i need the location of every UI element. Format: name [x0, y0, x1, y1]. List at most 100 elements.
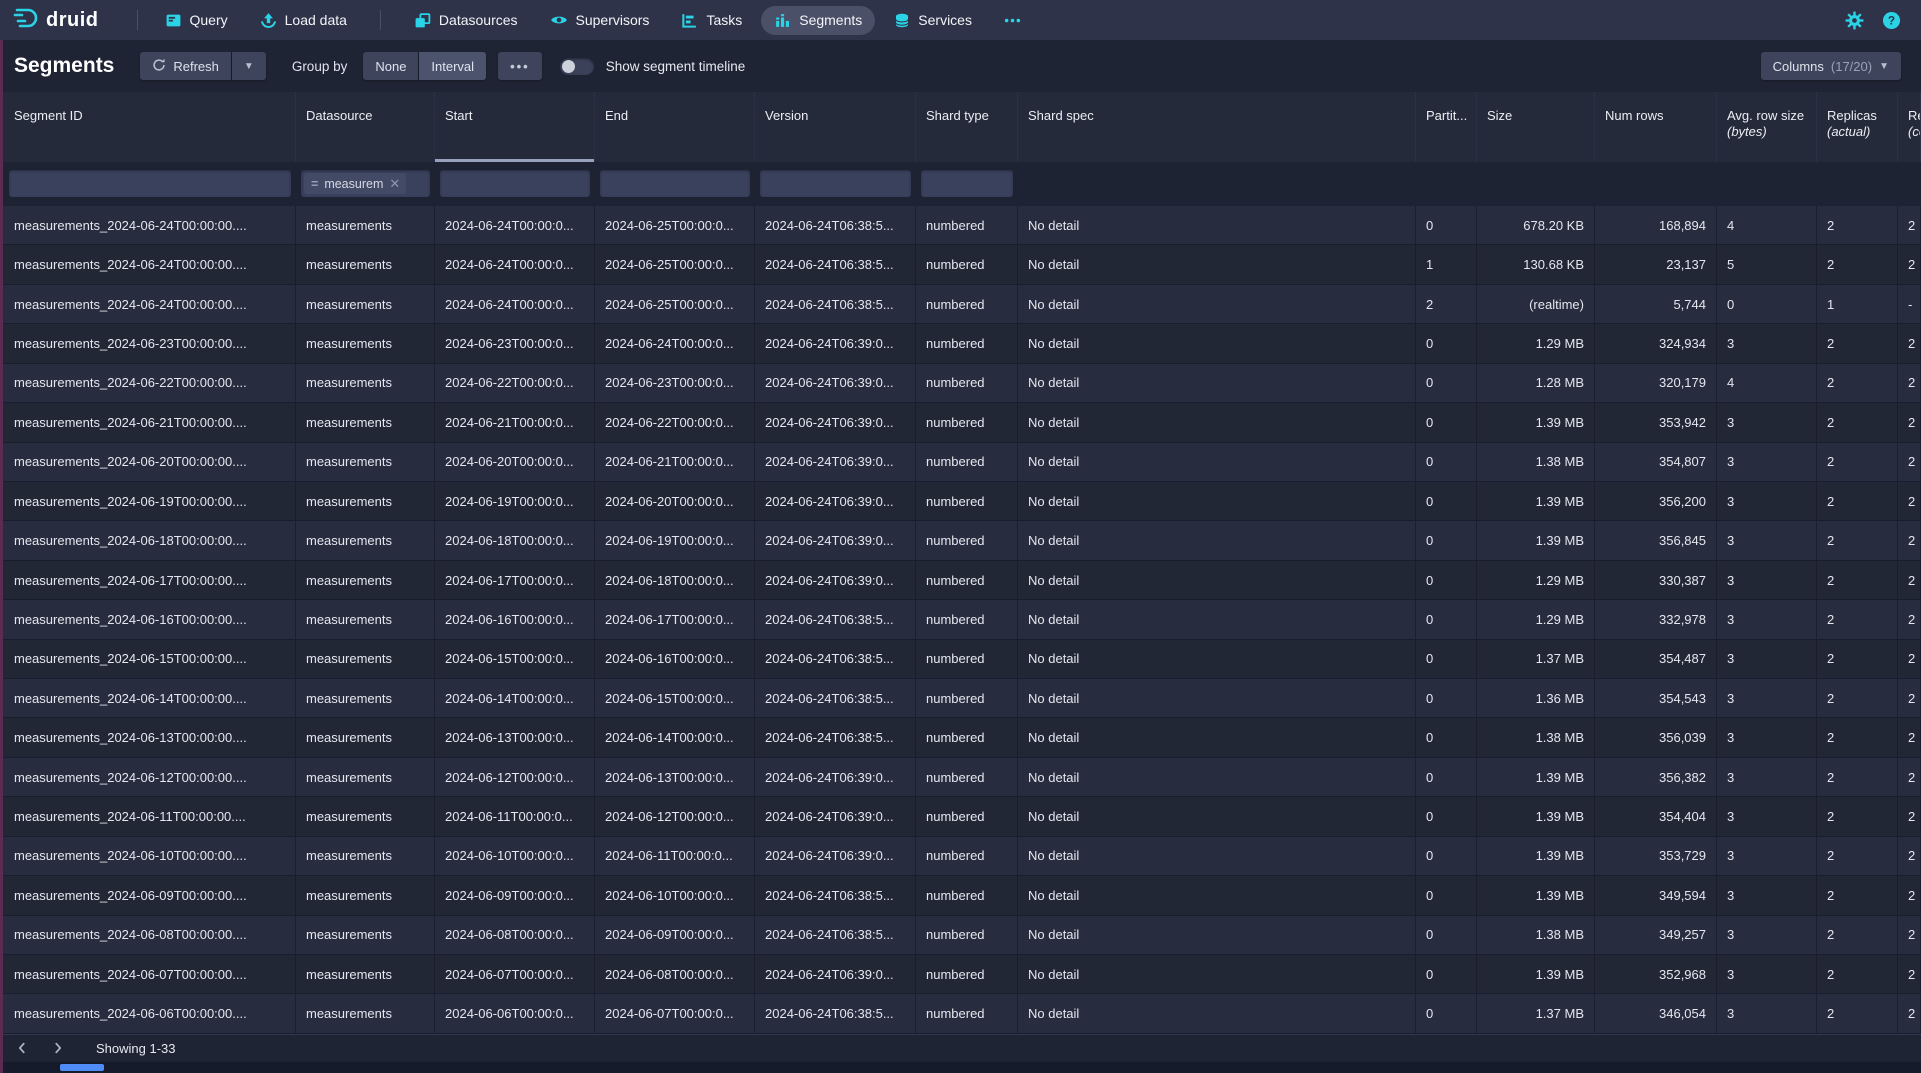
segment-id-filter-input[interactable] — [9, 170, 291, 197]
cell-start: 2024-06-19T00:00:0... — [435, 482, 595, 520]
column-header-label: Start — [445, 108, 472, 123]
column-header-datasource[interactable]: Datasource — [296, 92, 435, 162]
table-row[interactable]: measurements_2024-06-08T00:00:00....meas… — [0, 916, 1921, 955]
nav-item-services[interactable]: Services — [881, 6, 985, 35]
more-options-button[interactable]: ••• — [498, 52, 542, 80]
columns-button[interactable]: Columns (17/20) ▼ — [1761, 52, 1901, 80]
cell-segment-id: measurements_2024-06-06T00:00:00.... — [0, 994, 296, 1032]
cell-avg-row-size: 3 — [1717, 876, 1817, 914]
nav-item-datasources[interactable]: Datasources — [401, 6, 531, 35]
cell-shard-spec: No detail — [1018, 718, 1416, 756]
table-row[interactable]: measurements_2024-06-17T00:00:00....meas… — [0, 561, 1921, 600]
table-row[interactable]: measurements_2024-06-18T00:00:00....meas… — [0, 521, 1921, 560]
previous-page-button[interactable] — [8, 1037, 36, 1061]
nav-item-[interactable] — [991, 6, 1034, 35]
column-header-segment-id[interactable]: Segment ID — [0, 92, 296, 162]
group-by-interval-button[interactable]: Interval — [419, 52, 486, 80]
cell-version: 2024-06-24T06:38:5... — [755, 640, 916, 678]
cell-end: 2024-06-15T00:00:0... — [595, 679, 755, 717]
cell-avg-row-size: 3 — [1717, 718, 1817, 756]
table-row[interactable]: measurements_2024-06-07T00:00:00....meas… — [0, 955, 1921, 994]
column-header-num-rows[interactable]: Num rows — [1595, 92, 1717, 162]
table-row[interactable]: measurements_2024-06-19T00:00:00....meas… — [0, 482, 1921, 521]
column-header-shard-spec[interactable]: Shard spec — [1018, 92, 1416, 162]
column-header-replicas[interactable]: Replicas(actual) — [1817, 92, 1898, 162]
nav-divider — [137, 10, 138, 30]
cell-start: 2024-06-09T00:00:0... — [435, 876, 595, 914]
table-row[interactable]: measurements_2024-06-14T00:00:00....meas… — [0, 679, 1921, 718]
cell-version: 2024-06-24T06:38:5... — [755, 245, 916, 283]
group-by-none-button[interactable]: None — [363, 52, 418, 80]
version-filter-input[interactable] — [760, 170, 911, 197]
cell-version: 2024-06-24T06:39:0... — [755, 521, 916, 559]
table-row[interactable]: measurements_2024-06-11T00:00:00....meas… — [0, 797, 1921, 836]
table-row[interactable]: measurements_2024-06-23T00:00:00....meas… — [0, 324, 1921, 363]
cell-num-rows: 346,054 — [1595, 994, 1717, 1032]
table-row[interactable]: measurements_2024-06-22T00:00:00....meas… — [0, 364, 1921, 403]
cell-replicas: 2 — [1817, 364, 1898, 402]
table-row[interactable]: measurements_2024-06-24T00:00:00....meas… — [0, 206, 1921, 245]
shard-type-filter-input[interactable] — [921, 170, 1013, 197]
nav-item-tasks[interactable]: Tasks — [668, 6, 755, 35]
cell-datasource: measurements — [296, 640, 435, 678]
cell-shard-spec: No detail — [1018, 876, 1416, 914]
table-row[interactable]: measurements_2024-06-21T00:00:00....meas… — [0, 403, 1921, 442]
nav-item-load-data[interactable]: Load data — [247, 6, 360, 35]
column-header-replication-factor[interactable]: Replication factor(configured) — [1898, 92, 1921, 162]
start-filter-input[interactable] — [440, 170, 590, 197]
nav-item-query[interactable]: Query — [152, 6, 241, 35]
cell-replicas: 2 — [1817, 521, 1898, 559]
next-page-button[interactable] — [44, 1037, 72, 1061]
datasource-filter-tag[interactable]: = measurem ✕ — [304, 173, 406, 194]
cell-datasource: measurements — [296, 876, 435, 914]
table-row[interactable]: measurements_2024-06-24T00:00:00....meas… — [0, 285, 1921, 324]
settings-gear-icon[interactable] — [1845, 11, 1864, 30]
column-header-end[interactable]: End — [595, 92, 755, 162]
cell-start: 2024-06-15T00:00:0... — [435, 640, 595, 678]
filter-cell — [1898, 162, 1921, 206]
refresh-button[interactable]: Refresh — [140, 52, 231, 80]
cell-partit: 0 — [1416, 837, 1477, 875]
table-row[interactable]: measurements_2024-06-24T00:00:00....meas… — [0, 245, 1921, 284]
close-icon[interactable]: ✕ — [389, 176, 400, 192]
column-header-partit[interactable]: Partit... — [1416, 92, 1477, 162]
cell-segment-id: measurements_2024-06-22T00:00:00.... — [0, 364, 296, 402]
cell-shard-type: numbered — [916, 955, 1018, 993]
segment-timeline-toggle[interactable] — [560, 58, 594, 75]
table-row[interactable]: measurements_2024-06-15T00:00:00....meas… — [0, 640, 1921, 679]
table-row[interactable]: measurements_2024-06-09T00:00:00....meas… — [0, 876, 1921, 915]
table-row[interactable]: measurements_2024-06-13T00:00:00....meas… — [0, 718, 1921, 757]
cell-datasource: measurements — [296, 561, 435, 599]
table-row[interactable]: measurements_2024-06-12T00:00:00....meas… — [0, 758, 1921, 797]
nav-item-segments[interactable]: Segments — [761, 6, 875, 35]
cell-size: 1.39 MB — [1477, 876, 1595, 914]
cell-avg-row-size: 5 — [1717, 245, 1817, 283]
refresh-dropdown-button[interactable]: ▼ — [232, 52, 266, 80]
table-row[interactable]: measurements_2024-06-16T00:00:00....meas… — [0, 600, 1921, 639]
cell-start: 2024-06-24T00:00:0... — [435, 285, 595, 323]
column-header-version[interactable]: Version — [755, 92, 916, 162]
filter-tag-value: measurem — [324, 177, 383, 191]
bar-chart-icon — [774, 12, 791, 29]
help-icon[interactable]: ? — [1882, 11, 1901, 30]
column-header-shard-type[interactable]: Shard type — [916, 92, 1018, 162]
datasource-filter-input[interactable]: = measurem ✕ — [301, 170, 430, 197]
cell-avg-row-size: 3 — [1717, 679, 1817, 717]
cell-partit: 0 — [1416, 758, 1477, 796]
column-header-avg-row-size[interactable]: Avg. row size(bytes) — [1717, 92, 1817, 162]
table-row[interactable]: measurements_2024-06-20T00:00:00....meas… — [0, 443, 1921, 482]
equals-icon: = — [311, 177, 318, 191]
cell-shard-type: numbered — [916, 561, 1018, 599]
cell-num-rows: 354,543 — [1595, 679, 1717, 717]
table-row[interactable]: measurements_2024-06-10T00:00:00....meas… — [0, 837, 1921, 876]
nav-item-label: Query — [190, 12, 228, 28]
cell-shard-spec: No detail — [1018, 245, 1416, 283]
cell-shard-spec: No detail — [1018, 837, 1416, 875]
cell-partit: 0 — [1416, 482, 1477, 520]
nav-item-supervisors[interactable]: Supervisors — [537, 5, 663, 35]
column-header-size[interactable]: Size — [1477, 92, 1595, 162]
druid-logo[interactable]: druid — [12, 5, 99, 36]
end-filter-input[interactable] — [600, 170, 750, 197]
column-header-start[interactable]: Start — [435, 92, 595, 162]
table-row[interactable]: measurements_2024-06-06T00:00:00....meas… — [0, 994, 1921, 1033]
